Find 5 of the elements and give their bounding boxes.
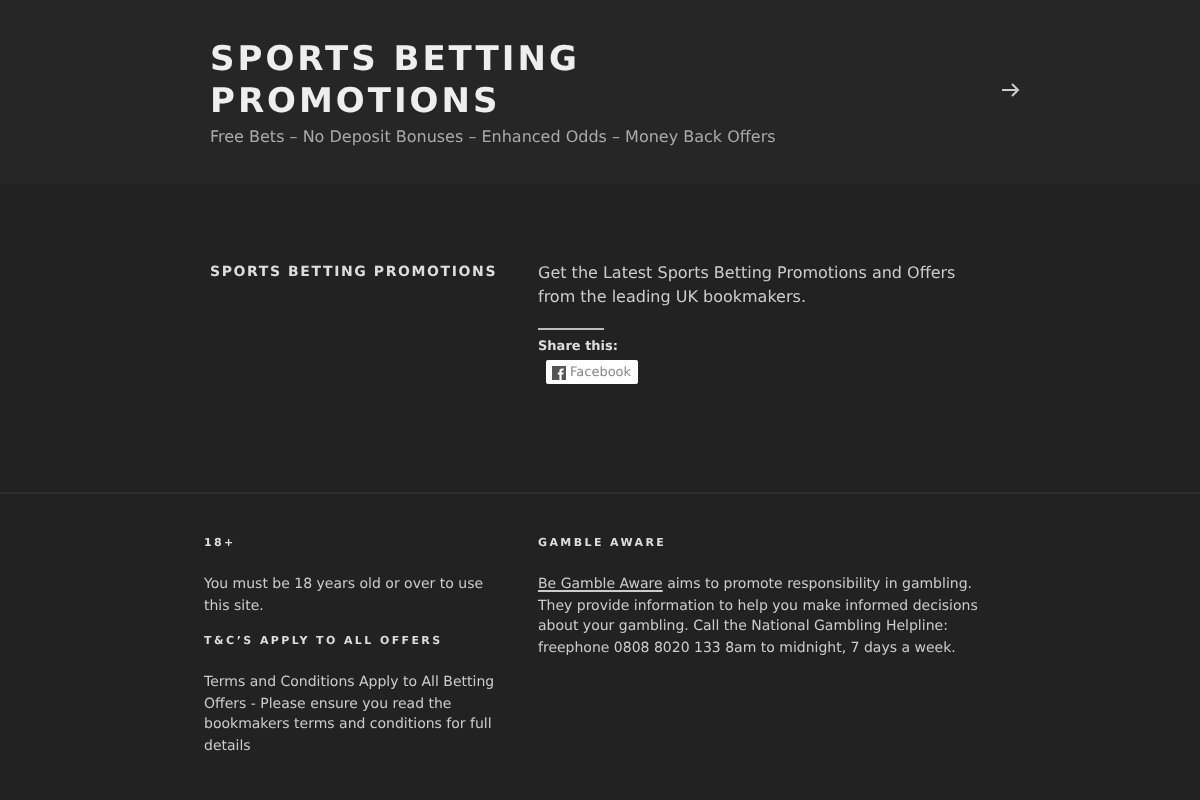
arrow-icon[interactable]: [1002, 82, 1020, 98]
intro-text: Get the Latest Sports Betting Promotions and Offers from the leading UK bookmakers.: [538, 262, 958, 310]
facebook-icon: [552, 365, 566, 379]
site-tagline: Free Bets – No Deposit Bonuses – Enhanced Odds – Money Back Offers: [210, 128, 776, 146]
site-title[interactable]: SPORTS BETTING PROMOTIONS: [210, 40, 610, 124]
